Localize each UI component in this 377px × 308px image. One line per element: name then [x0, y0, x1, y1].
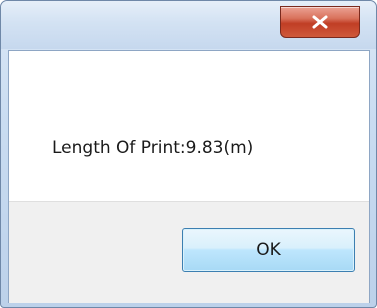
dialog-content: Length Of Print:9.83(m) OK [8, 50, 370, 303]
message-dialog-window: Length Of Print:9.83(m) OK [0, 0, 377, 308]
button-area: OK [9, 201, 369, 303]
ok-button[interactable]: OK [182, 228, 355, 272]
close-button[interactable] [280, 6, 360, 38]
close-icon [311, 15, 329, 29]
title-bar[interactable] [1, 1, 376, 49]
message-text: Length Of Print:9.83(m) [52, 138, 254, 158]
